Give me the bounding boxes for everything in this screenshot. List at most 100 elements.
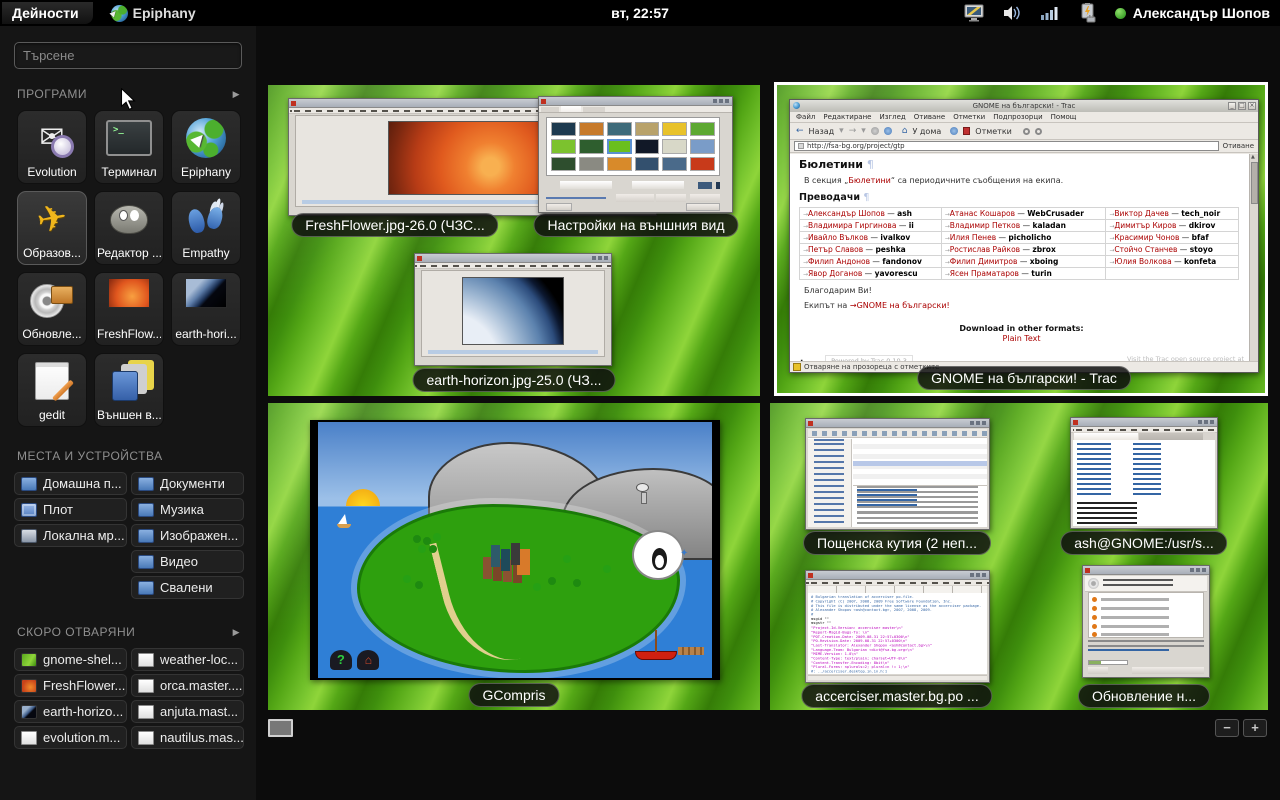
place-music[interactable]: Музика (131, 498, 244, 521)
network-signal-icon[interactable] (1039, 3, 1061, 23)
appearance-settings-window[interactable] (538, 96, 733, 213)
app-gedit[interactable]: gedit (17, 353, 87, 427)
forward-dropdown-icon[interactable]: ▾ (861, 126, 866, 136)
app-gimp[interactable]: Редактор ... (94, 191, 164, 265)
app-label: gedit (39, 408, 65, 422)
place-pictures[interactable]: Изображен... (131, 524, 244, 547)
forward-icon[interactable]: → (849, 126, 857, 136)
workspace-3[interactable]: ✦ ? ⌂ GCompris (268, 403, 760, 710)
go-button[interactable]: Отиване (1223, 142, 1254, 150)
recent-freshflower[interactable]: FreshFlower... (14, 674, 127, 697)
reload-icon[interactable] (884, 127, 892, 135)
home-button[interactable]: У дома (912, 127, 941, 136)
address-field[interactable]: http://fsa-bg.org/project/gtp (794, 141, 1219, 151)
battery-icon[interactable] (1077, 3, 1099, 23)
app-gcompris[interactable]: Образов... (17, 191, 87, 265)
programs-header: ПРОГРАМИ (17, 87, 87, 101)
menu-Редактиране[interactable]: Редактиране (823, 113, 871, 121)
gedit-po-window[interactable]: # Bulgarian translation of accerciser po… (805, 570, 990, 683)
place-desktop[interactable]: Плот (14, 498, 127, 521)
menu-Помощ[interactable]: Помощ (1051, 113, 1077, 121)
label: Видео (160, 554, 198, 569)
zoom-in-icon[interactable] (1023, 128, 1030, 135)
terminal-window[interactable] (1070, 417, 1218, 529)
place-downloads[interactable]: Свалени (131, 576, 244, 599)
app-label: FreshFlow... (97, 327, 161, 341)
back-dropdown-icon[interactable]: ▾ (839, 126, 844, 136)
gcompris-home-button[interactable]: ⌂ (357, 650, 379, 670)
menu-Файл[interactable]: Файл (796, 113, 815, 121)
tux-icon (652, 548, 667, 570)
app-thumb-flower[interactable]: FreshFlow... (94, 272, 164, 346)
display-icon[interactable] (963, 3, 985, 23)
recent-nautilus-po[interactable]: nautilus.mas... (131, 726, 244, 749)
translator-nick: yavorescu (875, 269, 918, 278)
recent-gnome-shell[interactable]: gnome-shel... (14, 648, 127, 671)
app-label: Evolution (27, 165, 76, 179)
translator-name: Димитър Киров (1114, 221, 1176, 230)
app-external[interactable]: Външен в... (94, 353, 164, 427)
place-documents[interactable]: Документи (131, 472, 244, 495)
window-title-appearance: Настройки на външния вид (533, 213, 738, 237)
app-epiphany[interactable]: Epiphany (171, 110, 241, 184)
label: gnome-shel... (43, 652, 122, 667)
recent-weather-loc[interactable]: weather-loc... (131, 648, 244, 671)
menu-Изглед[interactable]: Изглед (879, 113, 905, 121)
gimp-earth-window[interactable] (414, 253, 612, 366)
app-update[interactable]: Обновле... (17, 272, 87, 346)
update-manager-window[interactable] (1082, 565, 1210, 678)
menu-Подпрозорци[interactable]: Подпрозорци (993, 113, 1042, 121)
volume-icon[interactable] (1001, 3, 1023, 23)
evolution-mail-window[interactable] (805, 418, 990, 530)
search-input[interactable] (14, 42, 242, 69)
para-text: “ са периодичните съобщения на екипа. (891, 176, 1063, 185)
workspace-4[interactable]: # Bulgarian translation of accerciser po… (770, 403, 1268, 710)
label: Плот (43, 502, 73, 517)
back-button[interactable]: Назад (809, 127, 835, 136)
menu-Отиване[interactable]: Отиване (914, 113, 945, 121)
programs-expand-icon[interactable]: ▶ (233, 89, 240, 100)
history-icon[interactable] (950, 127, 958, 135)
gcompris-tux-bubble[interactable]: ✦ (632, 530, 684, 580)
add-workspace-button[interactable]: + (1243, 719, 1267, 737)
place-network[interactable]: Локална мр... (14, 524, 127, 547)
app-empathy[interactable]: Empathy (171, 191, 241, 265)
app-menu[interactable]: Epiphany (111, 5, 196, 22)
back-icon[interactable]: ← (796, 126, 804, 136)
home-icon[interactable]: ⌂ (902, 126, 908, 136)
remove-workspace-button[interactable]: − (1215, 719, 1239, 737)
workspace-indicator[interactable] (268, 719, 293, 737)
app-evolution[interactable]: Evolution (17, 110, 87, 184)
desktop-icon (21, 503, 37, 517)
activities-button[interactable]: Дейности (2, 2, 93, 24)
page-scrollbar[interactable] (1249, 154, 1258, 361)
user-name: Александър Шопов (1133, 5, 1270, 21)
clock[interactable]: вт, 22:57 (611, 5, 669, 21)
bookmarks-icon[interactable] (963, 127, 970, 135)
team-link: →GNOME на български! (850, 301, 950, 310)
label: orca.master.... (160, 678, 242, 693)
gcompris-window[interactable]: ✦ ? ⌂ (310, 420, 720, 680)
recent-evolution-po[interactable]: evolution.m... (14, 726, 127, 749)
recent-expand-icon[interactable]: ▶ (233, 627, 240, 638)
bookmarks-button[interactable]: Отметки (975, 127, 1012, 136)
recent-anjuta-po[interactable]: anjuta.mast... (131, 700, 244, 723)
place-video[interactable]: Видео (131, 550, 244, 573)
menu-Отметки[interactable]: Отметки (953, 113, 985, 121)
stop-icon[interactable] (871, 127, 879, 135)
window-title-trac: GNOME на български! - Trac (917, 366, 1131, 390)
epiphany-browser-window[interactable]: GNOME на български! - Trac _□× ФайлРедак… (789, 99, 1259, 373)
place-home[interactable]: Домашна п... (14, 472, 127, 495)
zoom-out-icon[interactable] (1035, 128, 1042, 135)
user-menu[interactable]: Александър Шопов (1115, 5, 1270, 21)
browser-favicon (793, 102, 800, 109)
recent-earth-horizon[interactable]: earth-horizo... (14, 700, 127, 723)
workspace-2[interactable]: GNOME на български! - Trac _□× ФайлРедак… (774, 82, 1268, 396)
app-menu-label: Epiphany (133, 5, 196, 21)
gcompris-help-button[interactable]: ? (330, 650, 352, 670)
app-thumb-earth[interactable]: earth-hori... (171, 272, 241, 346)
translator-nick: dkirov (1189, 221, 1216, 230)
workspace-1[interactable]: FreshFlower.jpg-26.0 (ЧЗС... Настройки н… (268, 85, 760, 396)
app-terminal[interactable]: Терминал (94, 110, 164, 184)
recent-orca-po[interactable]: orca.master.... (131, 674, 244, 697)
